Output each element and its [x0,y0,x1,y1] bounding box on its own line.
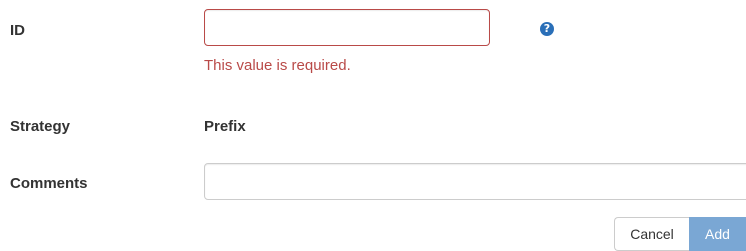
cancel-button[interactable]: Cancel [614,217,689,251]
strategy-label: Strategy [10,118,71,135]
add-identifier-form: ID ? This value is required. Strategy Pr… [0,0,746,251]
help-icon[interactable]: ? [540,22,554,36]
add-button[interactable]: Add [689,217,746,251]
strategy-value: Prefix [204,118,246,135]
comments-input[interactable] [204,163,746,200]
id-label: ID [10,22,25,39]
id-input[interactable] [204,9,490,46]
comments-label: Comments [10,175,88,192]
id-error-message: This value is required. [204,57,351,74]
